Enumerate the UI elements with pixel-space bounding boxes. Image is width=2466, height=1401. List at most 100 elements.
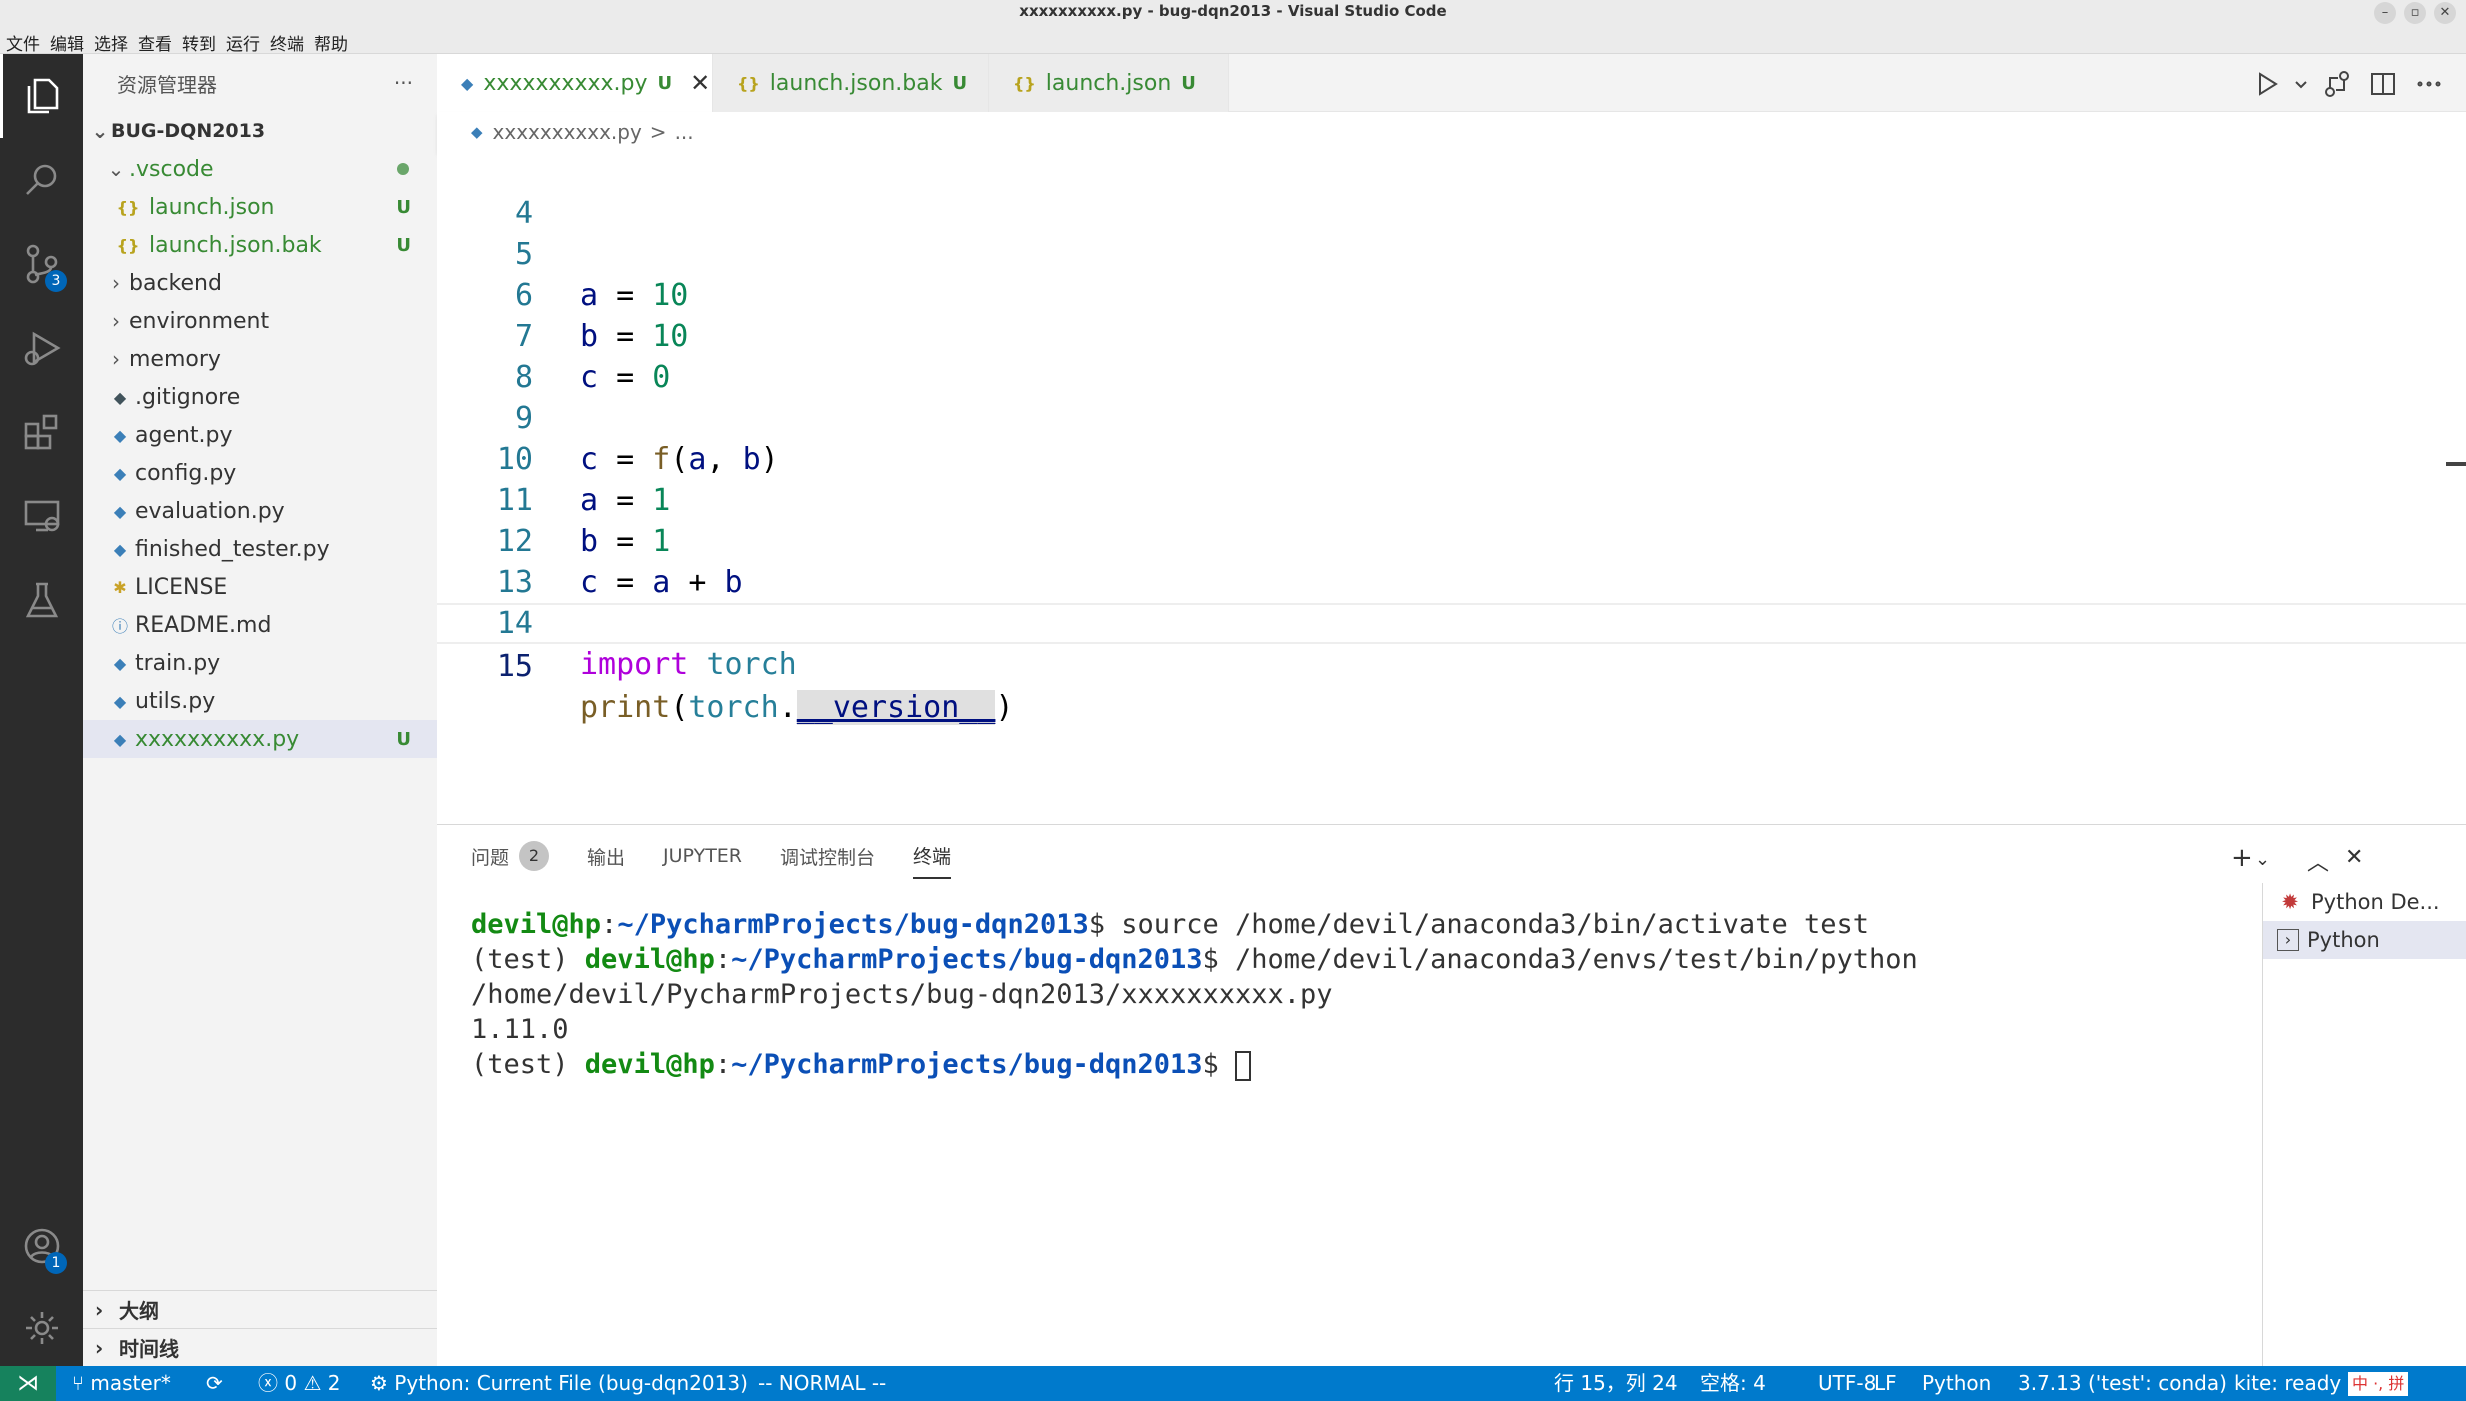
sync-icon[interactable]: ⟳ bbox=[206, 1366, 223, 1401]
terminal-dropdown-chevron-icon[interactable]: ⌄ bbox=[2255, 849, 2270, 870]
kite-status[interactable]: kite: ready bbox=[2234, 1366, 2341, 1401]
tree-item-vscode-folder[interactable]: ⌄ .vscode bbox=[83, 150, 437, 188]
workspace-root[interactable]: ⌄ BUG-DQN2013 bbox=[83, 112, 437, 150]
tree-item-license[interactable]: ✱ LICENSE bbox=[83, 568, 437, 606]
tree-item-memory-folder[interactable]: › memory bbox=[83, 340, 437, 378]
menu-selection[interactable]: 选择 bbox=[94, 30, 128, 55]
remote-indicator-icon[interactable]: ⋊ bbox=[0, 1366, 56, 1401]
modified-dot-icon bbox=[397, 163, 409, 175]
ime-indicator[interactable]: 中 ·, 拼 bbox=[2348, 1372, 2409, 1396]
debug-config-item[interactable]: ⚙ Python: Current File (bug-dqn2013) bbox=[370, 1366, 748, 1401]
explorer-icon[interactable] bbox=[0, 54, 83, 138]
tree-item-label: backend bbox=[129, 270, 222, 296]
error-icon: ⓧ bbox=[258, 1371, 285, 1395]
line-ending[interactable]: LF bbox=[1874, 1366, 1897, 1401]
code-line: 6 b = 10 bbox=[437, 234, 2466, 354]
source-control-icon[interactable]: 3 bbox=[0, 222, 83, 306]
close-window-button[interactable]: ✕ bbox=[2434, 2, 2456, 24]
outline-section[interactable]: › 大纲 bbox=[83, 1290, 437, 1328]
cursor-position[interactable]: 行 15，列 24 bbox=[1554, 1366, 1678, 1401]
code-line: 10 a = 1 bbox=[437, 398, 2466, 518]
tree-item-evaluation-py[interactable]: ◆ evaluation.py bbox=[83, 492, 437, 530]
tab-problems-label: 问题 bbox=[471, 846, 510, 869]
split-editor-icon[interactable] bbox=[2369, 70, 2397, 98]
search-icon[interactable] bbox=[0, 138, 83, 222]
debug-bug-icon: ✹ bbox=[2281, 890, 2299, 914]
run-debug-icon[interactable] bbox=[0, 306, 83, 390]
menu-terminal[interactable]: 终端 bbox=[270, 30, 304, 55]
new-terminal-plus-icon[interactable]: + bbox=[2231, 843, 2253, 873]
git-branch-item[interactable]: ⑂ master* bbox=[72, 1366, 171, 1401]
tree-item-config-py[interactable]: ◆ config.py bbox=[83, 454, 437, 492]
tab-xxxxxxxxxx-py[interactable]: ◆ xxxxxxxxxx.py U ✕ bbox=[437, 54, 713, 112]
menu-file[interactable]: 文件 bbox=[6, 30, 40, 55]
code-editor[interactable]: 4 5 a = 10 6 b = 10 7 c = 0 8 9 c = f(a,… bbox=[437, 152, 2466, 824]
tab-output-label: 输出 bbox=[587, 846, 626, 869]
breadcrumb-symbol[interactable]: ... bbox=[675, 120, 694, 144]
tab-terminal[interactable]: 终端 bbox=[913, 841, 952, 879]
explorer-sidebar: 资源管理器 ··· ⌄ BUG-DQN2013 ⌄ .vscode {} lau… bbox=[83, 54, 437, 1366]
tree-item-label: .vscode bbox=[129, 156, 214, 182]
tab-problems[interactable]: 问题 2 bbox=[471, 841, 550, 879]
tab-output[interactable]: 输出 bbox=[587, 841, 625, 879]
tree-item-launch-json[interactable]: {} launch.json U bbox=[83, 188, 437, 226]
close-panel-icon[interactable]: ✕ bbox=[2345, 845, 2363, 870]
menu-help[interactable]: 帮助 bbox=[314, 30, 348, 55]
maximize-button[interactable]: ▫ bbox=[2404, 2, 2426, 24]
tree-item-train-py[interactable]: ◆ train.py bbox=[83, 644, 437, 682]
tree-item-backend-folder[interactable]: › backend bbox=[83, 264, 437, 302]
terminal-item-label: Python De... bbox=[2311, 890, 2440, 914]
problems-status-item[interactable]: ⓧ 0 ⚠ 2 bbox=[258, 1366, 340, 1401]
tree-item-label: utils.py bbox=[135, 688, 216, 714]
python-interpreter[interactable]: 3.7.13 ('test': conda) bbox=[2018, 1366, 2227, 1401]
tree-item-readme-md[interactable]: ⓘ README.md bbox=[83, 606, 437, 644]
testing-icon[interactable] bbox=[0, 558, 83, 642]
tree-item-agent-py[interactable]: ◆ agent.py bbox=[83, 416, 437, 454]
tab-debug-console[interactable]: 调试控制台 bbox=[780, 841, 875, 879]
settings-gear-icon[interactable] bbox=[0, 1286, 83, 1370]
open-changes-icon[interactable] bbox=[2323, 70, 2351, 98]
more-actions-icon[interactable]: ··· bbox=[394, 71, 413, 95]
git-branch-icon: ⑂ bbox=[72, 1371, 91, 1395]
extensions-icon[interactable] bbox=[0, 390, 83, 474]
git-branch-label: master* bbox=[90, 1371, 171, 1395]
remote-explorer-icon[interactable] bbox=[0, 474, 83, 558]
accounts-icon[interactable]: 1 bbox=[0, 1204, 83, 1288]
encoding[interactable]: UTF-8 bbox=[1818, 1366, 1876, 1401]
run-python-file-icon[interactable] bbox=[2253, 70, 2281, 98]
python-file-icon: ◆ bbox=[471, 123, 483, 141]
menu-view[interactable]: 查看 bbox=[138, 30, 172, 55]
tree-item-label: README.md bbox=[135, 612, 272, 638]
terminal-output[interactable]: devil@hp:~/PycharmProjects/bug-dqn2013$ … bbox=[471, 907, 2251, 1082]
workspace-root-label: BUG-DQN2013 bbox=[111, 120, 266, 142]
tab-launch-json[interactable]: {} launch.json U bbox=[989, 54, 1229, 112]
menu-run[interactable]: 运行 bbox=[226, 30, 260, 55]
timeline-section[interactable]: › 时间线 bbox=[83, 1328, 437, 1366]
tree-item-launch-json-bak[interactable]: {} launch.json.bak U bbox=[83, 226, 437, 264]
breadcrumb-file[interactable]: xxxxxxxxxx.py bbox=[493, 120, 642, 144]
tree-item-finished-tester-py[interactable]: ◆ finished_tester.py bbox=[83, 530, 437, 568]
close-tab-icon[interactable]: ✕ bbox=[690, 69, 710, 97]
run-dropdown-chevron-icon[interactable] bbox=[2287, 70, 2307, 98]
tree-item-gitignore[interactable]: ◆ .gitignore bbox=[83, 378, 437, 416]
indentation[interactable]: 空格: 4 bbox=[1700, 1366, 1766, 1401]
python-file-icon: ◆ bbox=[113, 539, 127, 559]
breadcrumb-separator: > bbox=[649, 120, 667, 144]
tab-jupyter[interactable]: JUPYTER bbox=[663, 841, 742, 879]
menu-go[interactable]: 转到 bbox=[182, 30, 216, 55]
terminal-item-python[interactable]: › Python bbox=[2263, 921, 2466, 959]
tab-jupyter-label: JUPYTER bbox=[663, 845, 742, 867]
minimize-button[interactable]: – bbox=[2374, 2, 2396, 24]
more-actions-icon[interactable] bbox=[2415, 70, 2443, 98]
tree-item-utils-py[interactable]: ◆ utils.py bbox=[83, 682, 437, 720]
language-mode[interactable]: Python bbox=[1922, 1366, 1991, 1401]
code-line: 5 a = 10 bbox=[437, 193, 2466, 313]
tree-item-environment-folder[interactable]: › environment bbox=[83, 302, 437, 340]
menu-edit[interactable]: 编辑 bbox=[50, 30, 84, 55]
terminal-item-python-debug[interactable]: ✹ Python De... bbox=[2263, 883, 2466, 921]
chevron-right-icon: › bbox=[112, 309, 120, 333]
tab-launch-json-bak[interactable]: {} launch.json.bak U bbox=[713, 54, 989, 112]
maximize-panel-icon[interactable]: ︿ bbox=[2307, 845, 2329, 877]
python-file-icon: ◆ bbox=[113, 501, 127, 521]
tree-item-xxxxxxxxxx-py[interactable]: ◆ xxxxxxxxxx.py U bbox=[83, 720, 437, 758]
